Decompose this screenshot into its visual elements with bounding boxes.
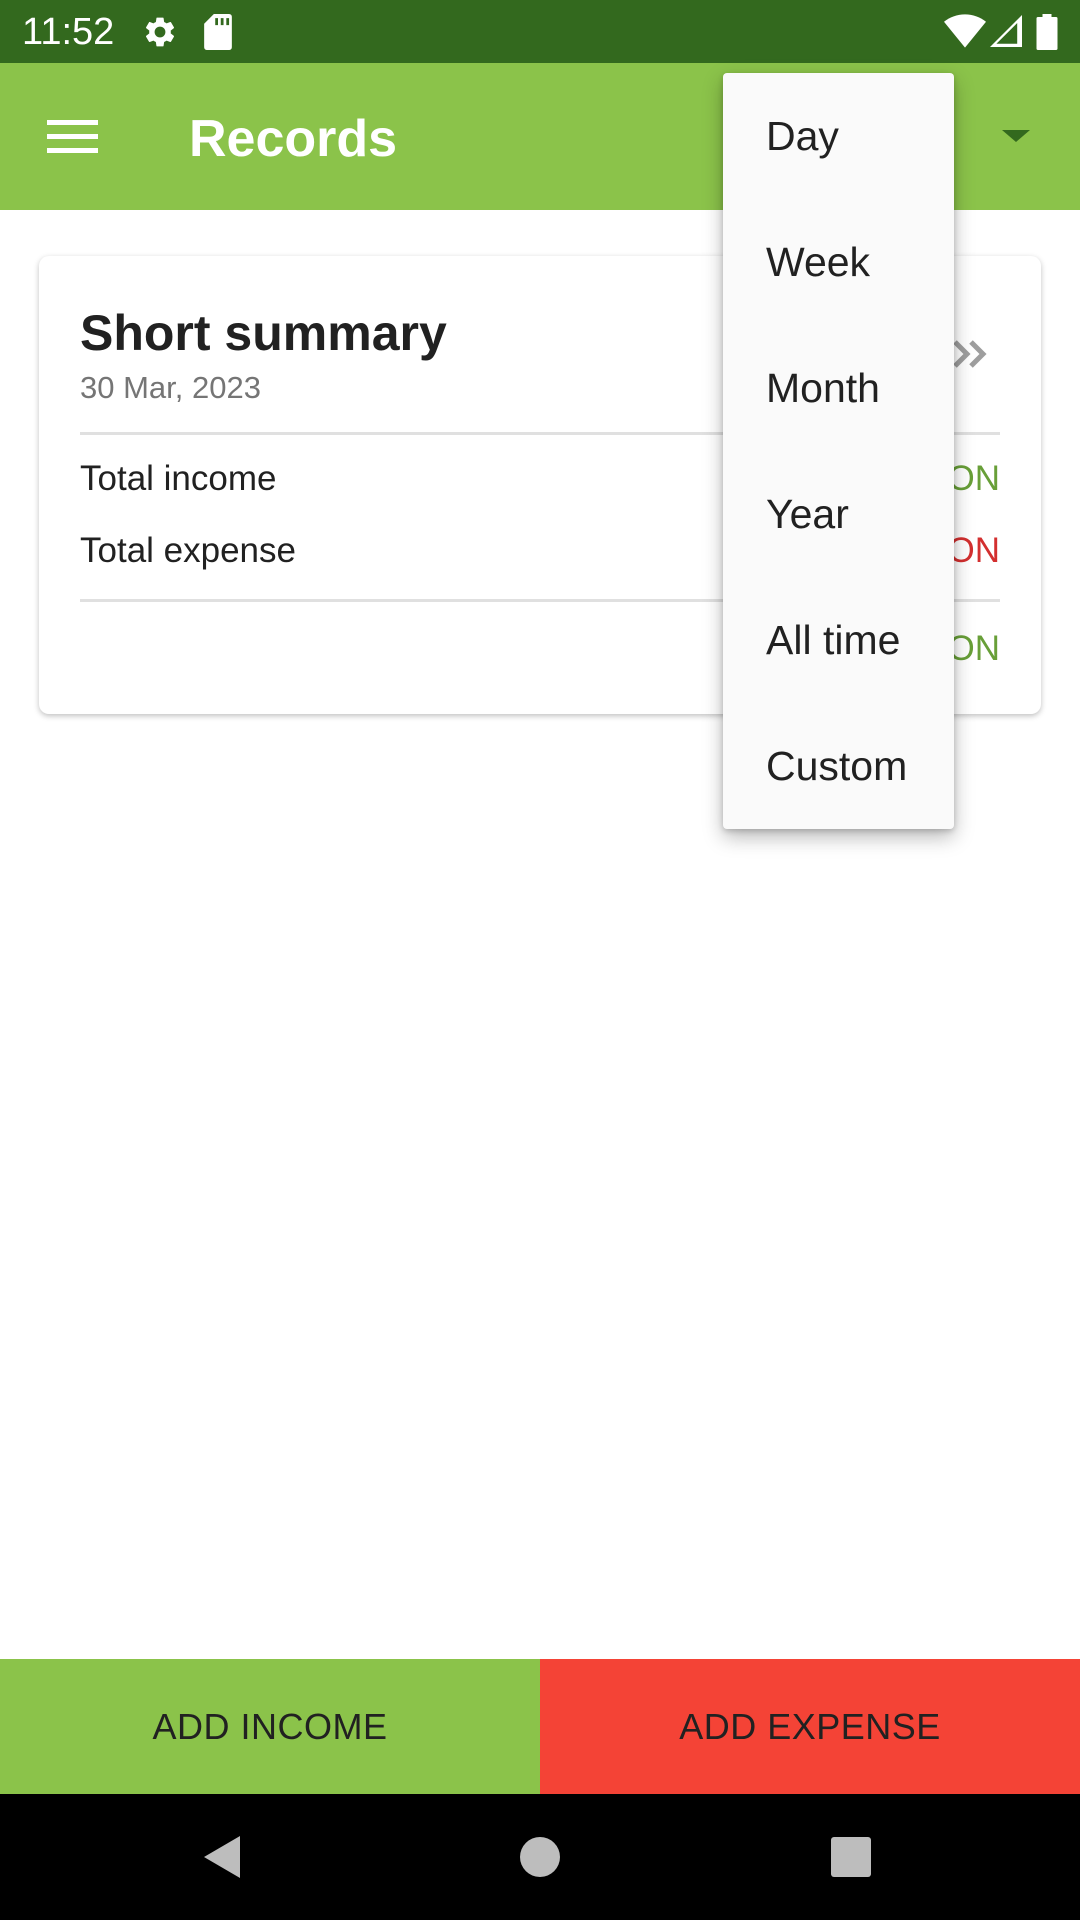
add-expense-button[interactable]: ADD EXPENSE	[540, 1659, 1080, 1794]
sd-card-icon	[204, 14, 232, 50]
home-icon[interactable]	[507, 1824, 573, 1890]
screen: 11:52 Records Short summary 30 Mar, 2023…	[0, 0, 1080, 1920]
back-icon[interactable]	[192, 1824, 258, 1890]
wifi-icon	[944, 14, 986, 48]
total-income-label: Total income	[80, 459, 277, 498]
cell-signal-icon	[990, 15, 1022, 47]
settings-gear-icon	[145, 17, 175, 47]
page-title: Records	[189, 110, 398, 168]
card-date: 30 Mar, 2023	[80, 370, 261, 405]
hamburger-menu-icon	[47, 120, 98, 153]
menu-item-custom[interactable]: Custom	[723, 703, 954, 829]
total-expense-label: Total expense	[80, 531, 296, 570]
status-bar: 11:52	[0, 0, 1080, 63]
dropdown-arrow-icon[interactable]	[990, 121, 1042, 151]
card-title: Short summary	[80, 305, 447, 361]
menu-button[interactable]	[32, 95, 114, 177]
menu-item-week[interactable]: Week	[723, 199, 954, 325]
add-income-button[interactable]: ADD INCOME	[0, 1659, 540, 1794]
total-expense-value: ON	[947, 531, 1001, 570]
menu-item-day[interactable]: Day	[723, 73, 954, 199]
period-menu: Day Week Month Year All time Custom	[723, 73, 954, 829]
menu-item-all-time[interactable]: All time	[723, 577, 954, 703]
menu-item-month[interactable]: Month	[723, 325, 954, 451]
double-chevron-right-icon[interactable]	[949, 334, 993, 374]
recents-icon[interactable]	[818, 1824, 884, 1890]
menu-item-year[interactable]: Year	[723, 451, 954, 577]
total-income-value: ON	[947, 459, 1001, 498]
status-time: 11:52	[22, 11, 115, 53]
navigation-bar	[0, 1794, 1080, 1920]
battery-icon	[1036, 14, 1058, 50]
balance-value: ON	[947, 629, 1001, 668]
